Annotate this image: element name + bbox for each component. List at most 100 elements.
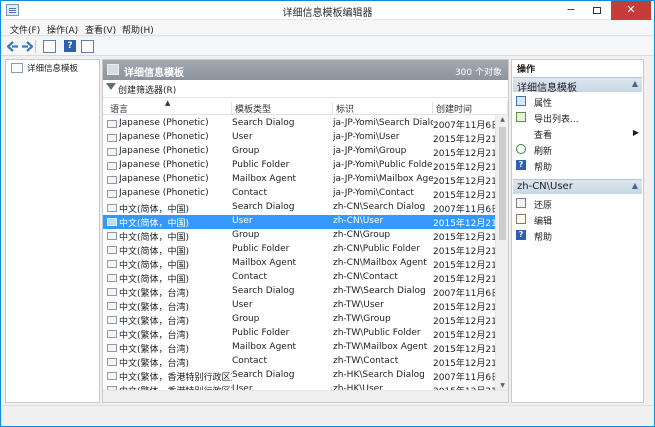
cell-identity: zh-CN\Group xyxy=(333,230,391,240)
cell-language: Japanese (Phonetic) xyxy=(119,160,209,170)
cell-created: 2015年12月21日 xyxy=(433,303,495,313)
action-refresh[interactable]: 刷新 xyxy=(516,143,641,157)
table-row[interactable]: Japanese (Phonetic) Search Dialog ja-JP-Yo… xyxy=(103,117,495,131)
show-actions-icon[interactable] xyxy=(81,40,94,53)
table-row[interactable]: Japanese (Phonetic) Group ja-JP-Yomi\Group… xyxy=(103,145,495,159)
center-pane: 详细信息模板 300 个对象 创建筛选器(R) 语言 ▲ 模板类型 标识 创建时… xyxy=(102,59,509,403)
restore-icon xyxy=(516,198,526,208)
collapse-icon[interactable]: ▲ xyxy=(632,79,638,88)
actions-section-selected[interactable]: zh-CN\User ▲ xyxy=(513,179,642,194)
cell-created: 2015年12月21日 xyxy=(433,163,495,173)
template-icon xyxy=(107,218,117,226)
object-count: 300 个对象 xyxy=(454,68,502,78)
menu-view[interactable]: 查看(V) xyxy=(85,23,116,36)
table-row[interactable]: 中文(简体，中国) Group zh-CN\Group 2015年12月21日 xyxy=(103,229,495,243)
cell-language: 中文(繁体，台湾) xyxy=(119,289,190,299)
close-button[interactable]: ✕ xyxy=(611,1,651,20)
cell-template-type: User xyxy=(232,132,253,142)
cell-language: Japanese (Phonetic) xyxy=(119,118,209,128)
cell-language: 中文(繁体，台湾) xyxy=(119,317,190,327)
menu-help[interactable]: 帮助(H) xyxy=(122,23,154,36)
scroll-down-icon[interactable]: ▼ xyxy=(498,382,507,389)
cell-template-type: Group xyxy=(232,146,260,156)
cell-template-type: User xyxy=(232,216,253,226)
table-row[interactable]: Japanese (Phonetic) Public Folder ja-JP-Yo… xyxy=(103,159,495,173)
help-icon[interactable]: ? xyxy=(64,40,76,52)
cell-identity: ja-JP-Yomi\Group xyxy=(333,146,407,156)
cell-identity: ja-JP-Yomi\Contact xyxy=(333,188,414,198)
table-row[interactable]: 中文(繁体，台湾) Mailbox Agent zh-TW\Mailbox Agen… xyxy=(103,341,495,355)
cell-template-type: Contact xyxy=(232,188,268,198)
menu-action[interactable]: 操作(A) xyxy=(47,23,78,36)
template-folder-icon xyxy=(11,63,23,73)
cell-created: 2015年12月21日 xyxy=(433,317,495,327)
cell-template-type: Group xyxy=(232,314,260,324)
table-row[interactable]: 中文(简体，中国) Contact zh-CN\Contact 2015年12月21日 xyxy=(103,271,495,285)
cell-created: 2007年11月6日 1 xyxy=(433,373,495,383)
back-arrow-icon[interactable] xyxy=(7,41,19,52)
cell-language: 中文(繁体，台湾) xyxy=(119,345,190,355)
column-header-language[interactable]: 语言 ▲ xyxy=(107,99,232,115)
template-icon xyxy=(107,288,117,296)
action-properties[interactable]: 属性 xyxy=(516,95,641,109)
cell-identity: zh-CN\Contact xyxy=(333,272,398,282)
column-header-created[interactable]: 创建时间 xyxy=(433,102,508,115)
horizontal-scrollbar[interactable] xyxy=(103,390,508,402)
cell-identity: ja-JP-Yomi\Mailbox Agent xyxy=(333,174,433,184)
table-row[interactable]: Japanese (Phonetic) User ja-JP-Yomi\User 20… xyxy=(103,131,495,145)
table-row[interactable]: Japanese (Phonetic) Contact ja-JP-Yomi\Con… xyxy=(103,187,495,201)
scroll-up-icon[interactable]: ▲ xyxy=(498,116,507,123)
table-row[interactable]: 中文(繁体，香港特别行政区) Search Dialog zh-HK\Search … xyxy=(103,369,495,383)
minimize-button[interactable]: − xyxy=(559,1,583,20)
menu-file[interactable]: 文件(F) xyxy=(10,23,40,36)
table-row[interactable]: 中文(繁体，台湾) User zh-TW\User 2015年12月21日 xyxy=(103,299,495,313)
column-header-template-type[interactable]: 模板类型 xyxy=(232,102,333,115)
create-filter-button[interactable]: 创建筛选器(R) xyxy=(103,80,508,98)
action-restore[interactable]: 还原 xyxy=(516,197,641,211)
table-row[interactable]: 中文(繁体，台湾) Group zh-TW\Group 2015年12月21日 xyxy=(103,313,495,327)
template-icon xyxy=(107,344,117,352)
scroll-thumb[interactable] xyxy=(499,127,506,240)
column-header-identity[interactable]: 标识 xyxy=(333,102,433,115)
cell-created: 2015年12月21日 xyxy=(433,261,495,271)
template-icon xyxy=(107,148,117,156)
action-label: 属性 xyxy=(534,99,553,109)
cell-created: 2015年12月21日 xyxy=(433,331,495,341)
action-help[interactable]: ? 帮助 xyxy=(516,159,641,173)
table-row[interactable]: Japanese (Phonetic) Mailbox Agent ja-JP-Yo… xyxy=(103,173,495,187)
table-row[interactable]: 中文(简体，中国) User zh-CN\User 2015年12月21日 xyxy=(103,215,495,229)
cell-identity: zh-TW\Group xyxy=(333,314,391,324)
cell-template-type: Search Dialog xyxy=(232,370,295,380)
cell-template-type: Public Folder xyxy=(232,160,290,170)
action-export-list[interactable]: 导出列表... xyxy=(516,111,641,125)
table-row[interactable]: 中文(简体，中国) Search Dialog zh-CN\Search Dialo… xyxy=(103,201,495,215)
action-label: 帮助 xyxy=(534,233,553,243)
table-row[interactable]: 中文(繁体，台湾) Search Dialog zh-TW\Search Dialo… xyxy=(103,285,495,299)
cell-created: 2007年11月6日 1 xyxy=(433,121,495,131)
show-tree-icon[interactable] xyxy=(43,40,56,53)
cell-template-type: Search Dialog xyxy=(232,286,295,296)
forward-arrow-icon[interactable] xyxy=(21,41,33,52)
actions-section-templates[interactable]: 详细信息模板 ▲ xyxy=(513,77,642,94)
action-label: 导出列表... xyxy=(534,115,579,125)
section-label: zh-CN\User xyxy=(517,181,573,192)
maximize-button[interactable] xyxy=(585,1,609,20)
vertical-scrollbar[interactable]: ▲ ▼ xyxy=(495,115,508,390)
table-row[interactable]: 中文(简体，中国) Mailbox Agent zh-CN\Mailbox Agen… xyxy=(103,257,495,271)
template-icon xyxy=(107,134,117,142)
action-edit[interactable]: 编辑 xyxy=(516,213,641,227)
cell-identity: zh-CN\Search Dialog xyxy=(333,202,426,212)
cell-created: 2007年11月6日 1 xyxy=(433,205,495,215)
cell-template-type: Contact xyxy=(232,272,268,282)
action-help-selected[interactable]: ? 帮助 xyxy=(516,229,641,243)
collapse-icon[interactable]: ▲ xyxy=(632,181,638,190)
table-row[interactable]: 中文(繁体，台湾) Public Folder zh-TW\Public Folde… xyxy=(103,327,495,341)
table-row[interactable]: 中文(繁体，台湾) Contact zh-TW\Contact 2015年12月21日 xyxy=(103,355,495,369)
table-row[interactable]: 中文(简体，中国) Public Folder zh-CN\Public Folde… xyxy=(103,243,495,257)
cell-language: 中文(繁体，台湾) xyxy=(119,359,190,369)
submenu-arrow-icon: ▶ xyxy=(632,128,639,137)
action-view[interactable]: 查看 ▶ xyxy=(516,127,641,141)
cell-created: 2007年11月6日 1 xyxy=(433,289,495,299)
cell-identity: zh-TW\Contact xyxy=(333,356,399,366)
template-icon xyxy=(107,64,119,75)
